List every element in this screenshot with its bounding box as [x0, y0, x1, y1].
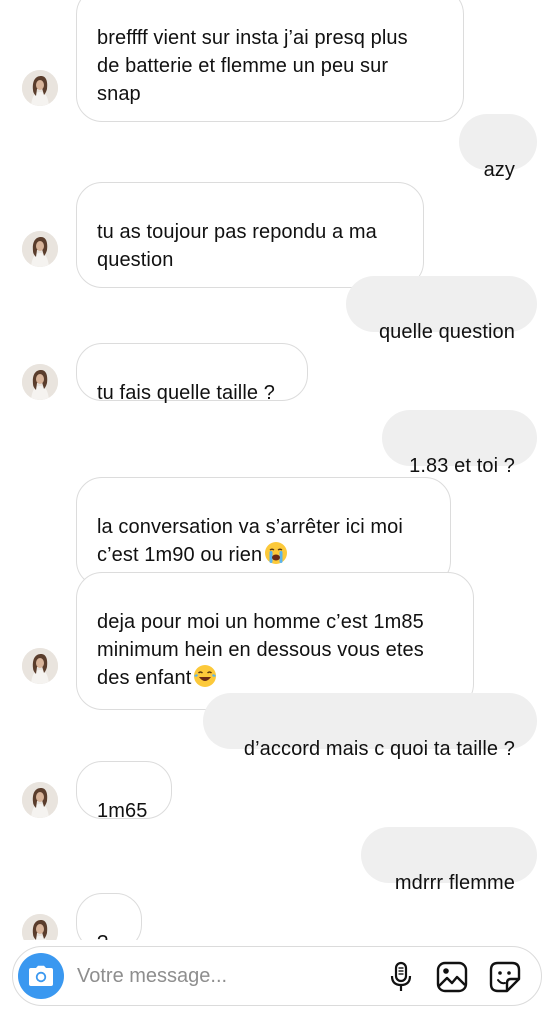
message-thread[interactable]: breffff vient sur insta j’ai presq plus … — [0, 0, 552, 940]
avatar-image — [22, 648, 58, 684]
message-text: d’accord mais c quoi ta taille ? — [243, 738, 515, 760]
incoming-message[interactable]: 1m65 — [76, 761, 172, 822]
outgoing-message[interactable]: quelle question — [346, 276, 537, 343]
incoming-message[interactable]: la conversation va s’arrêter ici moi c’e… — [76, 477, 451, 587]
microphone-icon — [390, 961, 412, 991]
gallery-button[interactable] — [434, 959, 470, 995]
message-composer — [12, 946, 542, 1006]
avatar-image — [22, 70, 58, 106]
message-text: tu fais quelle taille ? — [97, 382, 275, 404]
loudly-crying-face-icon — [264, 541, 288, 573]
camera-button[interactable] — [18, 953, 64, 999]
message-text: azy — [483, 159, 515, 181]
message-text: 1.83 et toi ? — [409, 455, 515, 477]
outgoing-message[interactable]: azy — [459, 114, 537, 181]
contact-avatar[interactable] — [22, 648, 58, 684]
incoming-message[interactable]: tu as toujour pas repondu a ma question — [76, 182, 424, 288]
avatar-image — [22, 231, 58, 267]
microphone-button[interactable] — [383, 959, 419, 995]
message-text: tu as toujour pas repondu a ma question — [97, 221, 377, 271]
sticker-button[interactable] — [487, 959, 523, 995]
contact-avatar[interactable] — [22, 782, 58, 818]
contact-avatar[interactable] — [22, 70, 58, 106]
camera-icon — [29, 965, 53, 986]
contact-avatar[interactable] — [22, 914, 58, 940]
contact-avatar[interactable] — [22, 231, 58, 267]
message-text: quelle question — [378, 321, 515, 343]
message-text: la conversation va s’arrêter ici moi c’e… — [97, 516, 403, 566]
message-text: 1m65 — [97, 800, 148, 822]
outgoing-message[interactable]: d’accord mais c quoi ta taille ? — [203, 693, 537, 760]
sticker-icon — [489, 961, 521, 993]
incoming-message[interactable]: deja pour moi un homme c’est 1m85 minimu… — [76, 572, 474, 710]
message-text: ? — [97, 932, 108, 940]
avatar-image — [22, 364, 58, 400]
message-text: deja pour moi un homme c’est 1m85 minimu… — [97, 611, 424, 689]
contact-avatar[interactable] — [22, 364, 58, 400]
avatar-image — [22, 914, 58, 940]
avatar-image — [22, 782, 58, 818]
message-text: breffff vient sur insta j’ai presq plus … — [97, 27, 408, 105]
outgoing-message[interactable]: mdrrr flemme — [361, 827, 537, 894]
gallery-icon — [436, 961, 468, 993]
incoming-message[interactable]: breffff vient sur insta j’ai presq plus … — [76, 0, 464, 122]
incoming-message[interactable]: ? — [76, 893, 142, 940]
face-with-tears-of-joy-icon — [193, 664, 217, 696]
message-input[interactable] — [77, 959, 377, 993]
incoming-message[interactable]: tu fais quelle taille ? — [76, 343, 308, 404]
message-text: mdrrr flemme — [394, 872, 515, 894]
outgoing-message[interactable]: 1.83 et toi ? — [382, 410, 537, 477]
